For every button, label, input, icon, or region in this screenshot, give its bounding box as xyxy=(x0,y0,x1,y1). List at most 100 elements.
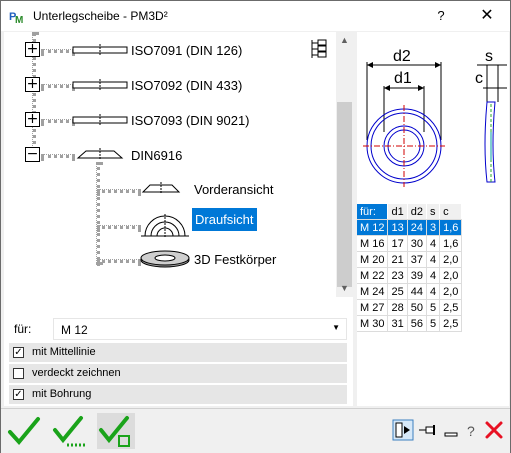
expand-toggle-iso7093[interactable]: + xyxy=(25,112,40,127)
table-cell: 25 xyxy=(387,283,408,300)
table-header-for[interactable]: für: xyxy=(357,204,389,220)
check-bore[interactable]: ✓ mit Bohrung xyxy=(9,385,347,404)
table-cell: 1,6 xyxy=(439,219,463,236)
minimize-icon[interactable] xyxy=(440,419,462,441)
dropdown-arrow-icon: ▼ xyxy=(332,323,340,332)
window-title: Unterlegscheibe - PM3D² xyxy=(33,9,168,23)
close-button[interactable]: ✕ xyxy=(464,1,510,31)
s-label: s xyxy=(485,48,493,65)
main-window: P M Unterlegscheibe - PM3D² ? ✕ + ISO709… xyxy=(0,0,511,453)
tree-view-toggle-icon[interactable] xyxy=(309,38,329,60)
table-header-d2[interactable]: d2 xyxy=(407,204,427,220)
flat-washer-icon xyxy=(72,79,128,91)
table-row[interactable]: M 20 21 37 4 2,0 xyxy=(357,251,463,268)
tree-item-front-view[interactable]: Vorderansicht xyxy=(194,182,274,197)
size-label: für: xyxy=(14,322,32,336)
title-bar: P M Unterlegscheibe - PM3D² ? ✕ xyxy=(1,1,510,31)
tree-item-top-view[interactable]: Draufsicht xyxy=(192,208,257,231)
tree-item-din6916[interactable]: DIN6916 xyxy=(131,148,182,163)
table-row[interactable]: M 16 17 30 4 1,6 xyxy=(357,235,463,252)
front-view-icon xyxy=(141,182,181,194)
svg-text:?: ? xyxy=(467,423,475,439)
scroll-thumb[interactable] xyxy=(337,102,352,287)
table-cell: 5 xyxy=(426,299,441,316)
table-cell: M 16 xyxy=(357,235,389,252)
table-row[interactable]: M 12 13 24 3 1,6 xyxy=(357,219,463,236)
solid-3d-icon xyxy=(140,250,190,268)
table-cell: 1,6 xyxy=(439,235,463,252)
c-label: c xyxy=(475,70,483,87)
table-header-row: für: d1 d2 s c xyxy=(357,204,463,220)
size-select-value: M 12 xyxy=(61,323,88,337)
table-cell: 28 xyxy=(387,299,408,316)
table-cell: 21 xyxy=(387,251,408,268)
table-cell: 24 xyxy=(407,219,427,236)
dock-icon[interactable] xyxy=(392,419,414,441)
hidden-lines-checkbox[interactable] xyxy=(13,368,24,379)
expand-toggle-iso7092[interactable]: + xyxy=(25,77,40,92)
table-row[interactable]: M 24 25 44 4 2,0 xyxy=(357,283,463,300)
table-header-c[interactable]: c xyxy=(439,204,463,220)
table-cell: 44 xyxy=(407,283,427,300)
table-cell: 56 xyxy=(407,315,427,332)
help-button[interactable]: ? xyxy=(418,1,464,31)
tree-item-iso7091[interactable]: ISO7091 (DIN 126) xyxy=(131,43,242,58)
expand-toggle-iso7091[interactable]: + xyxy=(25,42,40,57)
tree-item-3d-solid[interactable]: 3D Festkörper xyxy=(194,252,276,267)
table-cell: M 27 xyxy=(357,299,389,316)
table-cell: M 30 xyxy=(357,315,389,332)
table-cell: M 12 xyxy=(357,219,389,236)
table-cell: M 22 xyxy=(357,267,389,284)
tree-item-iso7092[interactable]: ISO7092 (DIN 433) xyxy=(131,78,242,93)
table-cell: 2,0 xyxy=(439,251,463,268)
pin-icon[interactable] xyxy=(417,419,439,441)
tree-line xyxy=(41,154,75,158)
table-header-d1[interactable]: d1 xyxy=(387,204,408,220)
check-hidden-lines[interactable]: verdeckt zeichnen xyxy=(9,364,347,383)
size-table: für: d1 d2 s c M 12 13 24 3 1,6 M 16 17 xyxy=(357,204,463,332)
table-cell: M 24 xyxy=(357,283,389,300)
ok-check-icon[interactable] xyxy=(5,413,43,449)
table-row[interactable]: M 27 28 50 5 2,5 xyxy=(357,299,463,316)
ok-repeat-icon[interactable] xyxy=(51,413,89,449)
table-cell: 31 xyxy=(387,315,408,332)
size-selector-row: für: M 12 ▼ xyxy=(9,318,347,340)
table-cell: 17 xyxy=(387,235,408,252)
flat-washer-icon xyxy=(72,114,128,126)
scroll-up-arrow-icon[interactable]: ▲ xyxy=(336,32,353,49)
table-row[interactable]: M 30 31 56 5 2,5 xyxy=(357,315,463,332)
table-cell: 2,0 xyxy=(439,283,463,300)
table-cell: 2,5 xyxy=(439,315,463,332)
table-cell: 4 xyxy=(426,267,441,284)
d1-label: d1 xyxy=(394,70,412,87)
size-select[interactable]: M 12 ▼ xyxy=(53,318,347,340)
tree-line xyxy=(41,49,75,53)
table-cell: M 20 xyxy=(357,251,389,268)
table-cell: 50 xyxy=(407,299,427,316)
cancel-icon[interactable] xyxy=(483,419,505,441)
bore-checkbox[interactable]: ✓ xyxy=(13,389,24,400)
conical-washer-icon xyxy=(76,148,124,160)
scroll-down-arrow-icon[interactable]: ▼ xyxy=(336,280,353,297)
table-header-s[interactable]: s xyxy=(426,204,441,220)
tree-scrollbar[interactable]: ▲ ▼ xyxy=(336,32,353,297)
table-cell: 2,0 xyxy=(439,267,463,284)
collapse-toggle-din6916[interactable]: − xyxy=(25,147,40,162)
table-row[interactable]: M 22 23 39 4 2,0 xyxy=(357,267,463,284)
check-centerline[interactable]: ✓ mit Mittellinie xyxy=(9,343,347,362)
ok-place-icon[interactable] xyxy=(97,413,135,449)
centerline-checkbox[interactable]: ✓ xyxy=(13,347,24,358)
table-cell: 30 xyxy=(407,235,427,252)
tree-line xyxy=(41,84,75,88)
hidden-lines-label: verdeckt zeichnen xyxy=(32,367,121,379)
top-view-icon xyxy=(141,214,189,238)
flat-washer-icon xyxy=(72,44,128,56)
tree-line xyxy=(96,162,100,265)
preview-panel: d2 d1 s c für: d1 d2 s c M 12 13 24 3 1,… xyxy=(357,32,509,406)
bottom-toolbar: ? xyxy=(1,408,510,453)
svg-text:M: M xyxy=(15,15,23,24)
help-icon[interactable]: ? xyxy=(461,419,483,441)
table-cell: 5 xyxy=(426,315,441,332)
tree-item-iso7093[interactable]: ISO7093 (DIN 9021) xyxy=(131,113,250,128)
tree-line xyxy=(97,225,141,229)
